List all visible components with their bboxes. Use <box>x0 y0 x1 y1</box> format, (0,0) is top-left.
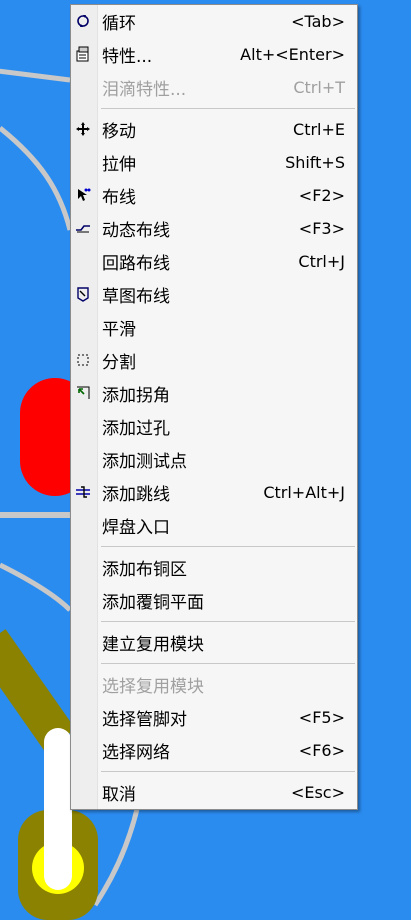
menu-item-label: 循环 <box>102 14 136 34</box>
menu-separator <box>71 104 357 113</box>
menu-item-14[interactable]: 添加测试点 <box>71 443 357 476</box>
menu-item-label: 建立复用模块 <box>102 635 204 655</box>
menu-item-label: 特性... <box>102 47 153 67</box>
menu-item-shortcut: <F5> <box>298 708 345 727</box>
dynamic-route-icon <box>75 220 91 236</box>
menu-item-12[interactable]: 添加拐角 <box>71 377 357 410</box>
menu-item-shortcut: Ctrl+J <box>298 252 345 271</box>
add-jumper-icon <box>75 484 91 500</box>
add-corner-icon <box>75 385 91 401</box>
menu-separator <box>71 542 357 551</box>
menu-item-label: 回路布线 <box>102 254 170 274</box>
menu-item-23: 选择复用模块 <box>71 668 357 701</box>
menu-item-label: 选择复用模块 <box>102 677 204 697</box>
menu-item-10[interactable]: 平滑 <box>71 311 357 344</box>
route-icon <box>75 187 91 203</box>
menu-item-shortcut: <F2> <box>298 186 345 205</box>
menu-item-18[interactable]: 添加布铜区 <box>71 551 357 584</box>
menu-item-15[interactable]: 添加跳线 Ctrl+Alt+J <box>71 476 357 509</box>
split-icon <box>75 352 91 368</box>
menu-item-9[interactable]: 草图布线 <box>71 278 357 311</box>
menu-item-19[interactable]: 添加覆铜平面 <box>71 584 357 617</box>
menu-item-shortcut: <Esc> <box>290 783 345 802</box>
white-trace-cap <box>44 830 72 890</box>
menu-separator <box>71 767 357 776</box>
menu-item-label: 添加跳线 <box>102 485 170 505</box>
menu-item-label: 取消 <box>102 785 136 805</box>
menu-item-27[interactable]: 取消 <Esc> <box>71 776 357 809</box>
menu-item-label: 添加布铜区 <box>102 560 187 580</box>
menu-item-label: 平滑 <box>102 320 136 340</box>
menu-item-13[interactable]: 添加过孔 <box>71 410 357 443</box>
menu-item-label: 草图布线 <box>102 287 170 307</box>
menu-item-8[interactable]: 回路布线 Ctrl+J <box>71 245 357 278</box>
cycle-icon <box>75 13 91 29</box>
menu-item-shortcut: <F6> <box>298 741 345 760</box>
sketch-route-icon <box>75 286 91 302</box>
menu-separator <box>71 617 357 626</box>
menu-item-11[interactable]: 分割 <box>71 344 357 377</box>
menu-item-1[interactable]: 特性... Alt+<Enter> <box>71 38 357 71</box>
menu-item-label: 动态布线 <box>102 221 170 241</box>
menu-item-shortcut: Alt+<Enter> <box>240 45 345 64</box>
menu-item-7[interactable]: 动态布线 <F3> <box>71 212 357 245</box>
menu-item-shortcut: Ctrl+Alt+J <box>263 483 345 502</box>
menu-item-label: 添加拐角 <box>102 386 170 406</box>
menu-item-21[interactable]: 建立复用模块 <box>71 626 357 659</box>
context-menu: 循环 <Tab> 特性... Alt+<Enter> 泪滴特性... Ctrl+T 移动 Ct… <box>70 4 358 810</box>
menu-item-shortcut: <F3> <box>298 219 345 238</box>
menu-item-shortcut: <Tab> <box>291 12 345 31</box>
menu-item-24[interactable]: 选择管脚对 <F5> <box>71 701 357 734</box>
menu-item-6[interactable]: 布线 <F2> <box>71 179 357 212</box>
menu-item-label: 泪滴特性... <box>102 80 187 100</box>
menu-item-shortcut: Shift+S <box>285 153 345 172</box>
menu-item-label: 分割 <box>102 353 136 373</box>
menu-item-label: 拉伸 <box>102 155 136 175</box>
menu-item-2: 泪滴特性... Ctrl+T <box>71 71 357 104</box>
menu-item-label: 添加测试点 <box>102 452 187 472</box>
menu-item-5[interactable]: 拉伸 Shift+S <box>71 146 357 179</box>
menu-separator <box>71 659 357 668</box>
menu-item-label: 焊盘入口 <box>102 518 170 538</box>
move-icon <box>75 121 91 137</box>
menu-item-16[interactable]: 焊盘入口 <box>71 509 357 542</box>
menu-item-label: 移动 <box>102 122 136 142</box>
menu-item-shortcut: Ctrl+E <box>293 120 345 139</box>
menu-item-label: 选择管脚对 <box>102 710 187 730</box>
menu-item-label: 添加过孔 <box>102 419 170 439</box>
menu-item-label: 添加覆铜平面 <box>102 593 204 613</box>
menu-item-0[interactable]: 循环 <Tab> <box>71 5 357 38</box>
menu-item-label: 选择网络 <box>102 743 170 763</box>
properties-icon <box>75 46 91 62</box>
menu-item-25[interactable]: 选择网络 <F6> <box>71 734 357 767</box>
menu-item-shortcut: Ctrl+T <box>293 78 345 97</box>
menu-item-4[interactable]: 移动 Ctrl+E <box>71 113 357 146</box>
menu-item-label: 布线 <box>102 188 136 208</box>
